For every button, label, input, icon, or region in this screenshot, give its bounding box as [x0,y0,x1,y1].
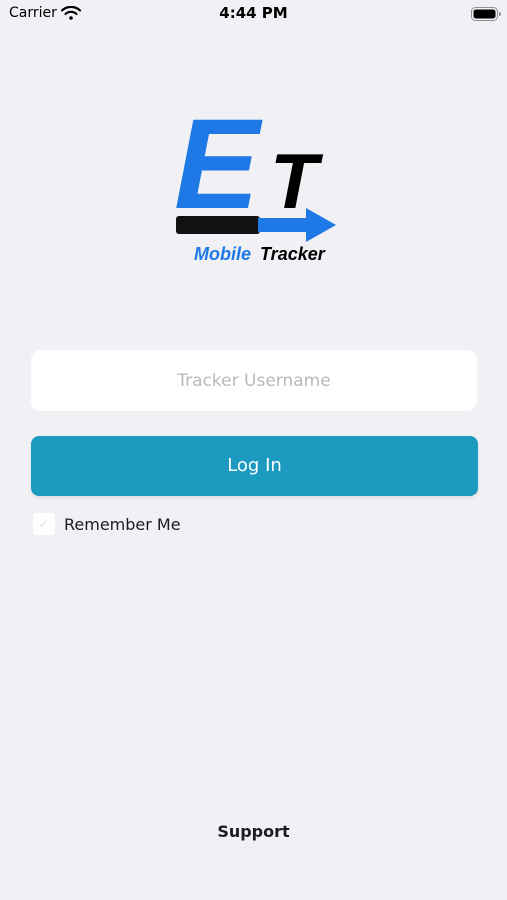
logo-word-mobile: Mobile [194,244,251,264]
logo-arrow-head [306,208,336,242]
login-button[interactable]: Log In [31,436,478,496]
username-input[interactable] [31,350,477,411]
svg-text:Mobile Tracker: Mobile Tracker [194,244,326,264]
battery-icon [471,6,501,21]
logo-underline-blue [258,218,308,232]
checkmark-icon: ✓ [38,516,50,532]
logo-letter-t: T [270,137,324,225]
remember-me-checkbox[interactable]: ✓ [33,513,55,535]
remember-me-label: Remember Me [64,514,181,534]
logo-underline-black [176,216,260,234]
status-bar: Carrier 4:44 PM [0,0,507,28]
support-link[interactable]: Support [0,822,507,841]
remember-me-toggle[interactable]: ✓ Remember Me [33,512,181,536]
app-logo: E T Mobile Tracker [172,93,338,266]
logo-word-tracker: Tracker [260,244,326,264]
status-time: 4:44 PM [219,4,288,22]
